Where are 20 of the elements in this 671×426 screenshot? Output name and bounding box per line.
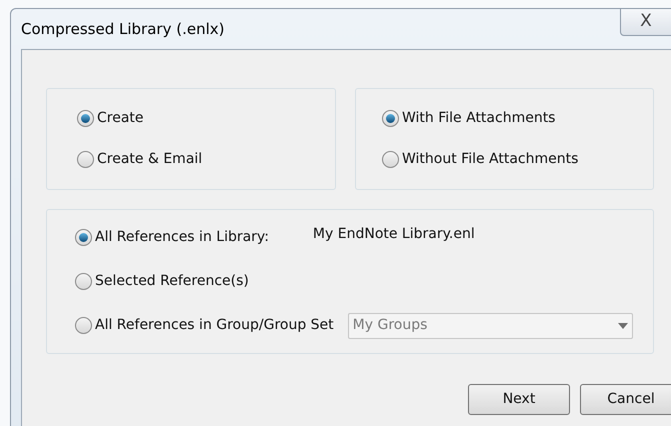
radio-button[interactable] [75,317,92,334]
radio-button[interactable] [77,110,94,127]
radio-label: Create & Email [97,150,202,169]
radio-button[interactable] [382,151,399,168]
radio-button[interactable] [75,273,92,290]
radio-button[interactable] [382,110,399,127]
radio-button[interactable] [75,229,92,246]
caret-icon [618,322,628,328]
dialog-button[interactable]: Cancel [580,384,671,415]
radio-label: With File Attachments [402,109,556,128]
window-title: Compressed Library (.enlx) [21,18,224,40]
radio-label: All References in Library: [95,228,269,247]
close-button[interactable]: X [620,8,671,36]
radio-label: Selected Reference(s) [95,272,249,291]
radio-label: All References in Group/Group Set [95,316,334,335]
radio-label: Create [97,109,144,128]
dialog-button[interactable]: Next [468,384,570,415]
library-name: My EndNote Library.enl [312,225,475,244]
radio-button[interactable] [77,151,94,168]
radio-label: Without File Attachments [402,150,578,169]
